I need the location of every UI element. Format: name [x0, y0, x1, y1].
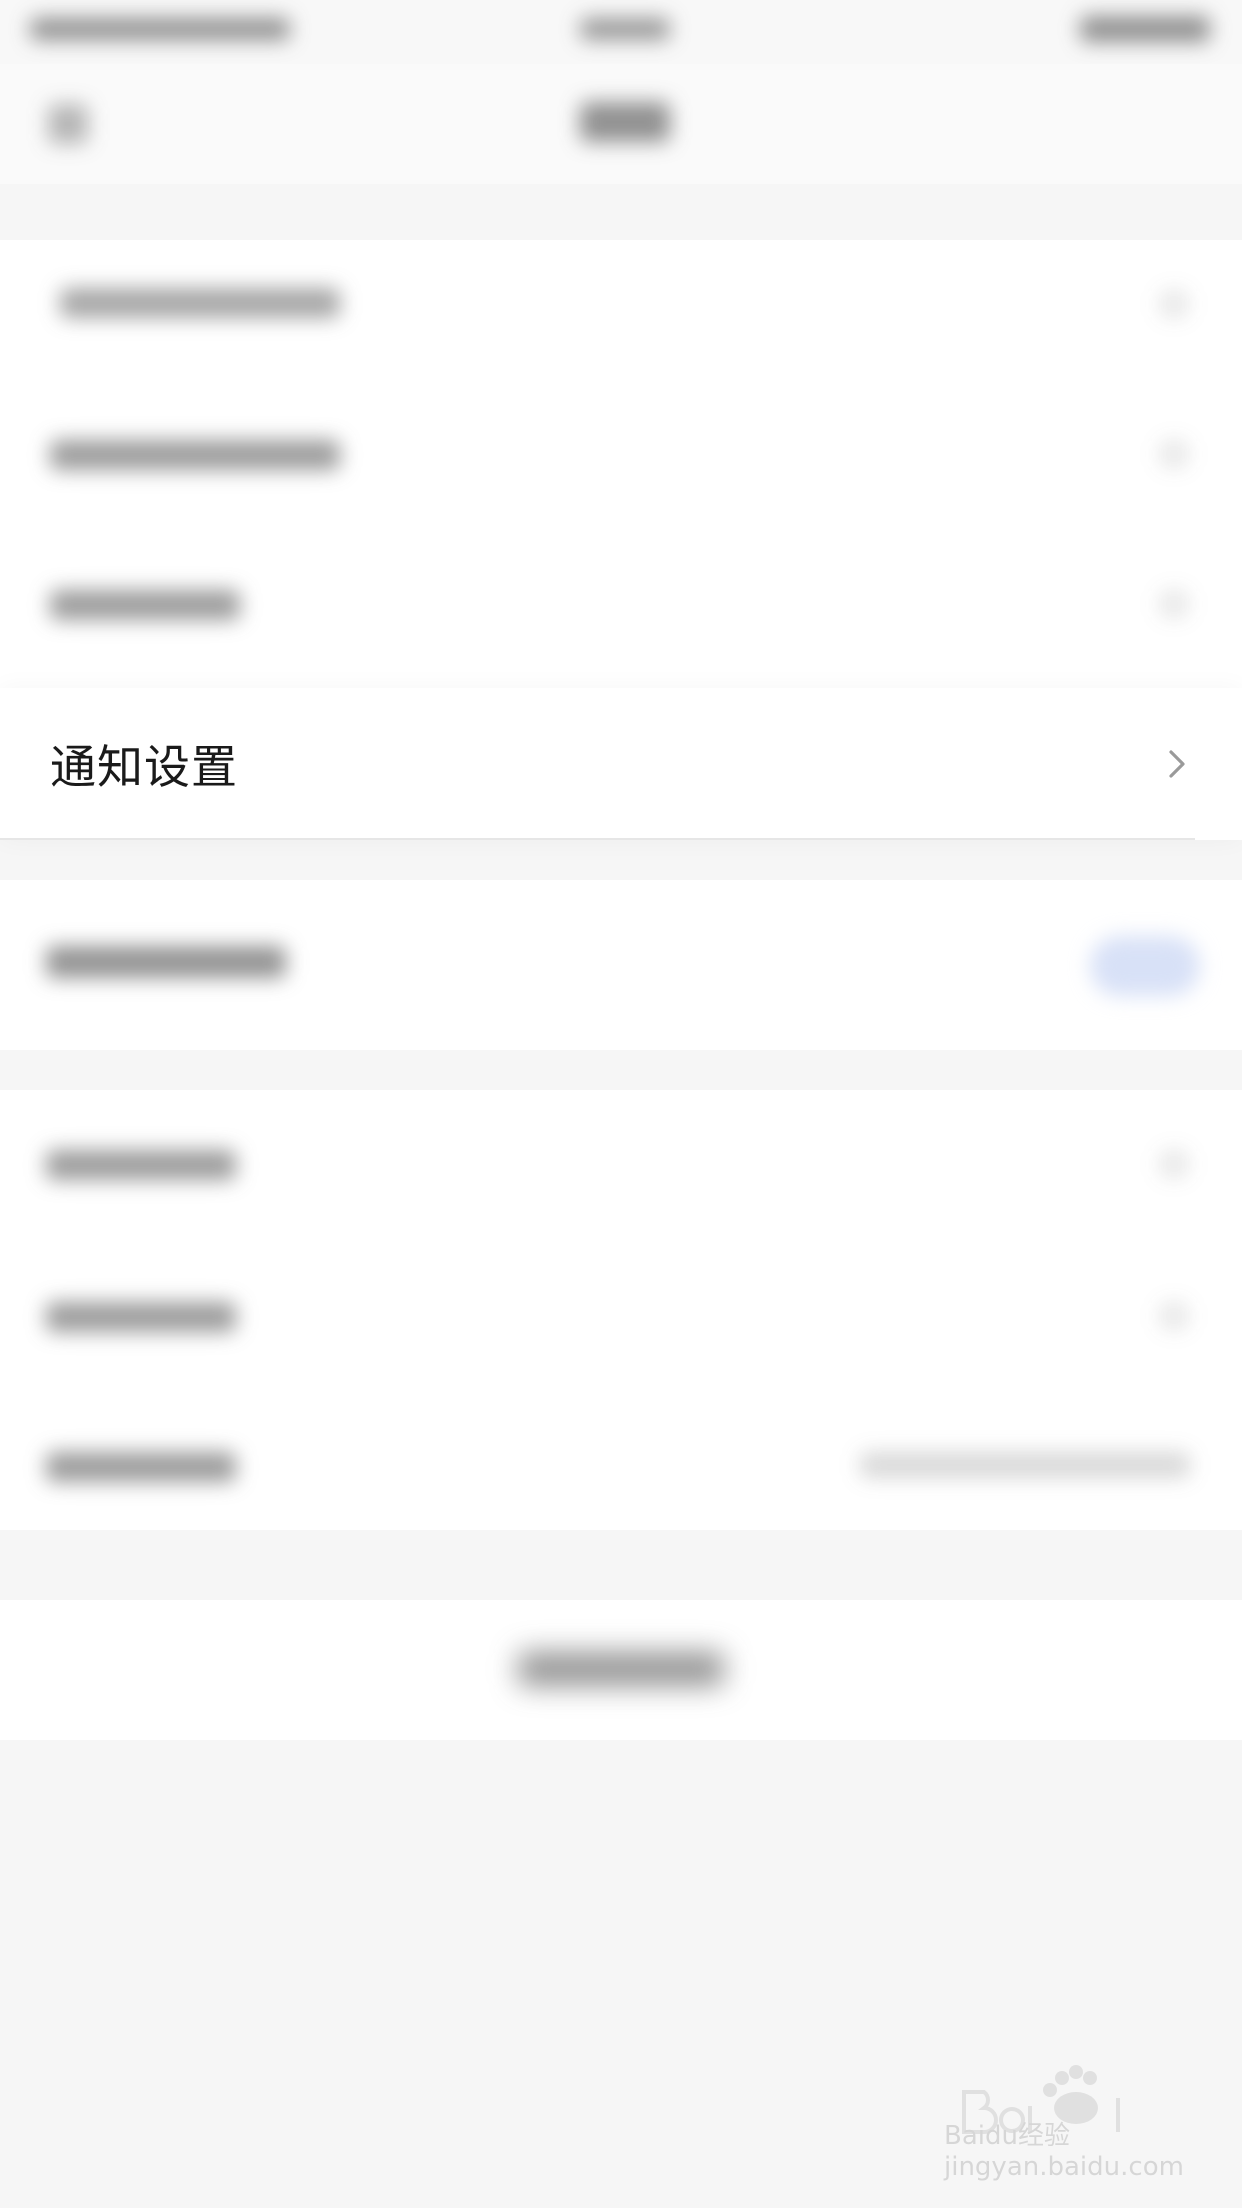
row-1-label-placeholder: [60, 288, 340, 318]
logout-button-placeholder[interactable]: [518, 1652, 724, 1686]
status-battery-placeholder: [1080, 16, 1210, 42]
row-6-value-placeholder: [860, 1452, 1190, 1478]
settings-group-2: [0, 880, 1242, 1050]
status-time-placeholder: [580, 18, 670, 40]
row-3-label-placeholder: [50, 590, 240, 620]
settings-row-label: 通知设置: [50, 740, 238, 794]
row-2-chevron-icon: [1160, 440, 1188, 468]
settings-screen: 通知设置 Baidu经验 jingyan.baidu.com: [0, 0, 1242, 2208]
row-6-label-placeholder: [46, 1452, 236, 1482]
row-5-chevron-icon: [1160, 1302, 1188, 1330]
row-5-label-placeholder: [46, 1302, 236, 1332]
nav-title-placeholder: [580, 102, 670, 142]
row-2-label-placeholder: [50, 440, 340, 470]
settings-group-1: [0, 240, 1242, 688]
status-bar: [0, 0, 1242, 64]
row-1-chevron-icon: [1160, 290, 1188, 318]
row-4-chevron-icon: [1160, 1150, 1188, 1178]
row-divider: [0, 838, 1195, 840]
watermark: Baidu经验 jingyan.baidu.com: [944, 2062, 1184, 2182]
nav-bar: [0, 64, 1242, 184]
settings-group-3: [0, 1090, 1242, 1530]
back-arrow-icon[interactable]: [48, 104, 88, 144]
status-carrier-placeholder: [30, 18, 290, 40]
toggle-switch[interactable]: [1090, 936, 1200, 996]
watermark-text: Baidu经验 jingyan.baidu.com: [944, 2121, 1184, 2182]
logout-section: [0, 1600, 1242, 1740]
toggle-row-label-placeholder: [46, 946, 286, 978]
row-4-label-placeholder: [46, 1150, 236, 1180]
row-3-chevron-icon: [1160, 590, 1188, 618]
settings-row-notifications[interactable]: 通知设置: [0, 688, 1242, 840]
chevron-right-icon: [1162, 749, 1192, 779]
